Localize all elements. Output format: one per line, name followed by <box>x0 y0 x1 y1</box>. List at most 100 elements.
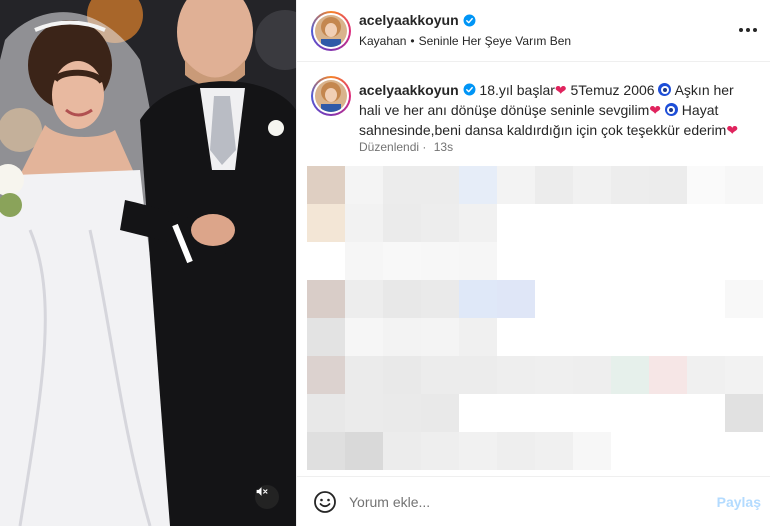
pixel-block <box>459 166 497 204</box>
audio-attribution[interactable]: Kayahan • Seninle Her Şeye Varım Ben <box>359 34 571 48</box>
pixel-block <box>573 356 611 394</box>
pixel-block <box>497 204 535 242</box>
verified-badge-icon <box>463 14 476 26</box>
pixel-block <box>497 242 535 280</box>
meta-separator: · <box>422 140 427 154</box>
pixel-block <box>535 432 573 470</box>
more-horizontal-icon <box>739 28 743 32</box>
pixel-block <box>687 356 725 394</box>
pixel-block <box>535 394 573 432</box>
avatar[interactable] <box>311 11 351 51</box>
audio-separator: • <box>410 34 415 48</box>
pixel-block <box>497 166 535 204</box>
share-button[interactable]: Paylaş <box>717 494 761 510</box>
pixel-block <box>725 204 763 242</box>
comment-input[interactable] <box>349 489 699 515</box>
pixel-block <box>687 394 725 432</box>
wedding-photo <box>0 0 296 526</box>
pixel-block <box>649 280 687 318</box>
pixel-block <box>459 356 497 394</box>
pixel-block <box>573 432 611 470</box>
pixel-block <box>611 394 649 432</box>
post-details-panel: acelyaakkoyun Kayahan • Seninle Her Şeye V… <box>296 0 770 526</box>
caption-block: acelyaakkoyun 18.yıl başlar❤ 5Temuz 2006… <box>297 62 770 162</box>
pixel-block <box>687 318 725 356</box>
pixel-block <box>725 432 763 470</box>
post-username[interactable]: acelyaakkoyun <box>359 12 476 28</box>
pixel-block <box>497 356 535 394</box>
pixel-block <box>459 280 497 318</box>
pixel-block <box>687 242 725 280</box>
pixel-block <box>421 394 459 432</box>
audio-title[interactable]: Seninle Her Şeye Varım Ben <box>419 34 572 48</box>
pixel-block <box>497 394 535 432</box>
caption-part-2: 5Temuz 2006 <box>566 82 655 98</box>
more-options-button[interactable] <box>737 22 759 38</box>
pixel-block <box>383 318 421 356</box>
caption-part-1: 18.yıl başlar <box>479 82 555 98</box>
red-heart-icon: ❤ <box>649 102 662 118</box>
pixel-block <box>725 356 763 394</box>
post-time[interactable]: 13s <box>434 140 453 154</box>
pixel-block <box>687 166 725 204</box>
red-heart-icon: ❤ <box>726 122 739 138</box>
speaker-muted-icon <box>256 487 268 496</box>
pixel-block <box>573 204 611 242</box>
pixel-block <box>725 242 763 280</box>
red-heart-icon: ❤ <box>554 82 567 98</box>
caption-text: acelyaakkoyun 18.yıl başlar❤ 5Temuz 2006… <box>359 80 759 140</box>
caption-meta: Düzenlendi · 13s <box>359 140 453 154</box>
pixel-block <box>497 318 535 356</box>
emoji-smiley-icon[interactable] <box>313 490 337 514</box>
more-dot <box>753 28 757 32</box>
nazar-amulet-icon <box>664 103 678 116</box>
pixel-block <box>535 356 573 394</box>
mute-toggle-button[interactable] <box>255 485 279 509</box>
pixel-block <box>345 432 383 470</box>
pixel-block <box>459 318 497 356</box>
nazar-amulet-icon <box>658 83 672 96</box>
pixel-block <box>459 432 497 470</box>
profile-photo <box>315 15 347 47</box>
pixel-block <box>459 394 497 432</box>
pixel-block <box>725 280 763 318</box>
pixel-block <box>725 166 763 204</box>
pixel-block <box>383 356 421 394</box>
pixel-block <box>421 356 459 394</box>
caption-avatar[interactable] <box>311 76 351 116</box>
pixel-block <box>611 242 649 280</box>
pixel-block <box>307 432 345 470</box>
pixel-block <box>611 204 649 242</box>
pixel-block <box>307 166 345 204</box>
comment-bar: Paylaş <box>297 476 770 526</box>
username-text[interactable]: acelyaakkoyun <box>359 12 459 28</box>
pixel-block <box>573 318 611 356</box>
pixel-block <box>649 242 687 280</box>
pixel-block <box>687 204 725 242</box>
audio-artist[interactable]: Kayahan <box>359 34 406 48</box>
pixel-block <box>611 318 649 356</box>
pixel-block <box>573 280 611 318</box>
post-media[interactable] <box>0 0 296 526</box>
pixel-block <box>611 432 649 470</box>
pixel-block <box>725 318 763 356</box>
pixel-block <box>307 242 345 280</box>
pixel-block <box>307 204 345 242</box>
verified-badge-icon <box>463 83 475 96</box>
pixel-block <box>345 356 383 394</box>
more-dot <box>746 28 750 32</box>
pixel-block <box>345 280 383 318</box>
pixel-block <box>421 318 459 356</box>
pixel-block <box>345 242 383 280</box>
pixel-block <box>649 432 687 470</box>
pixel-block <box>535 318 573 356</box>
pixel-block <box>497 432 535 470</box>
pixel-block <box>421 204 459 242</box>
pixel-block <box>649 318 687 356</box>
pixel-block <box>535 166 573 204</box>
pixel-block <box>535 280 573 318</box>
pixel-block <box>345 204 383 242</box>
caption-username[interactable]: acelyaakkoyun <box>359 82 459 98</box>
profile-photo <box>315 80 347 112</box>
pixel-block <box>307 356 345 394</box>
